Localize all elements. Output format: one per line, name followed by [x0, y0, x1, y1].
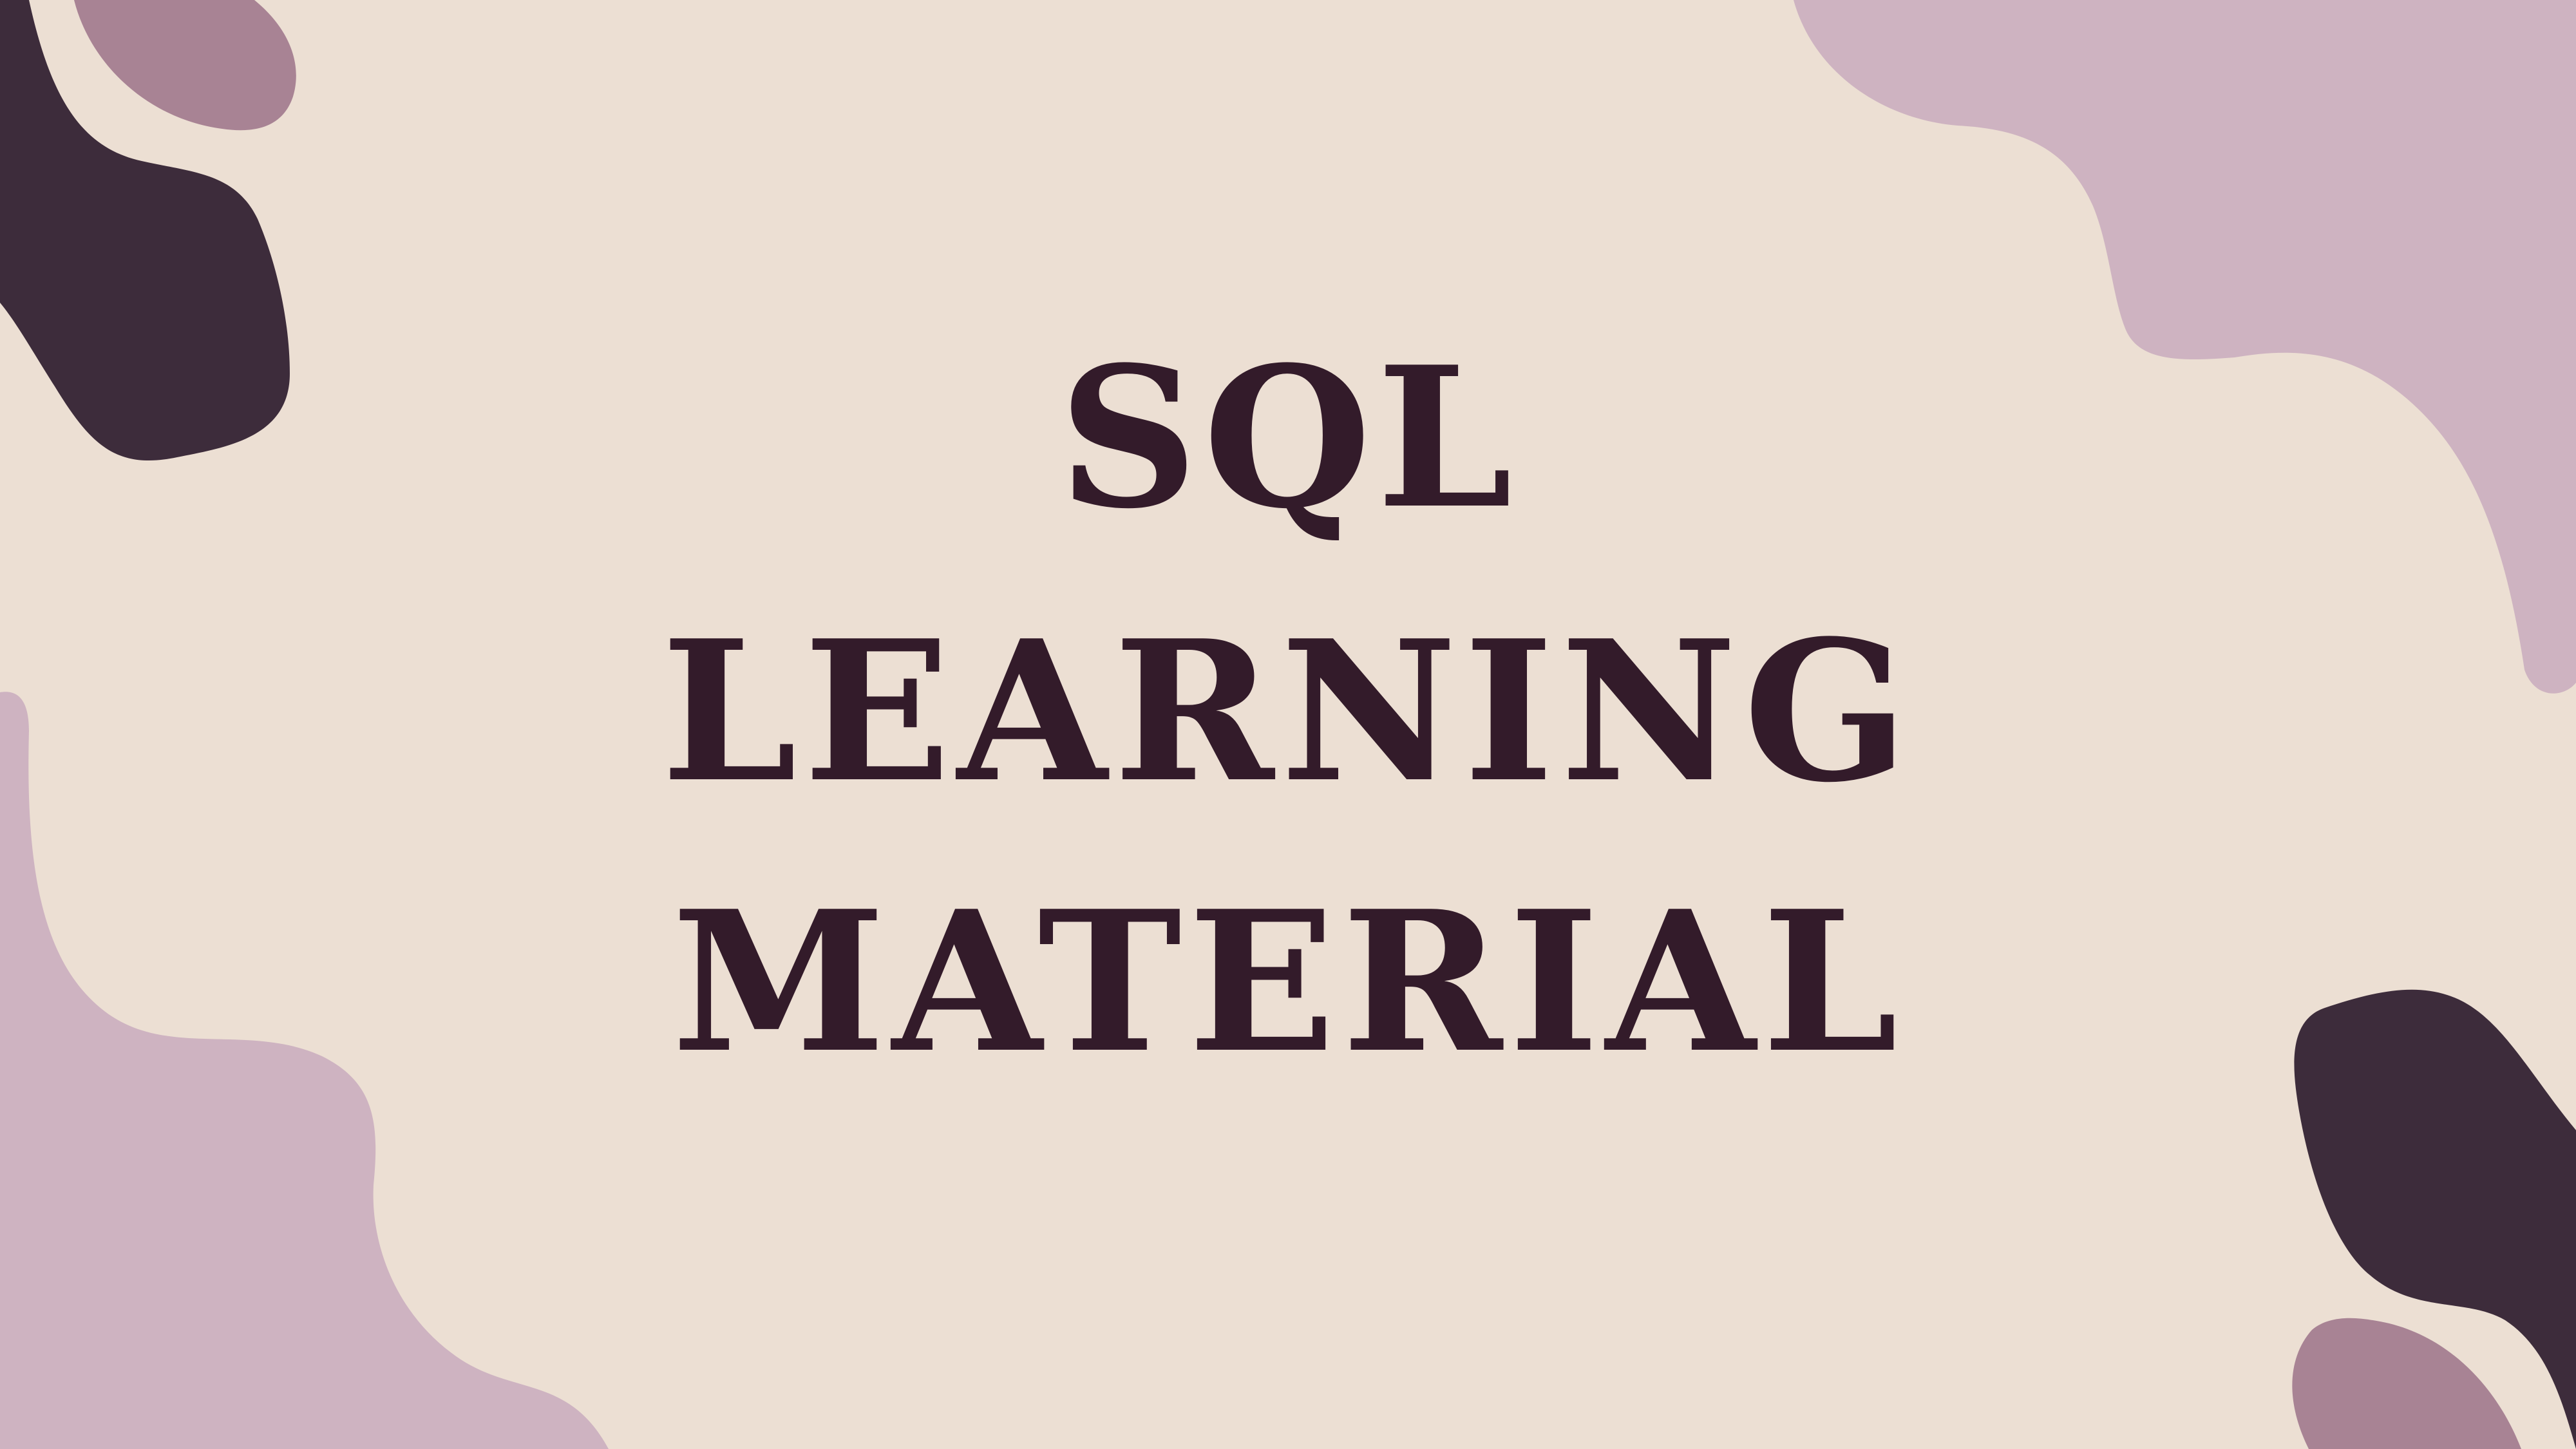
- title-line-3: MATERIAL: [672, 868, 1904, 1095]
- title-line-1: SQL: [1058, 324, 1518, 551]
- title-line-2: LEARNING: [661, 598, 1915, 825]
- title-slide: SQL LEARNING MATERIAL: [0, 0, 2576, 1449]
- slide-title: SQL LEARNING MATERIAL: [0, 0, 2576, 1449]
